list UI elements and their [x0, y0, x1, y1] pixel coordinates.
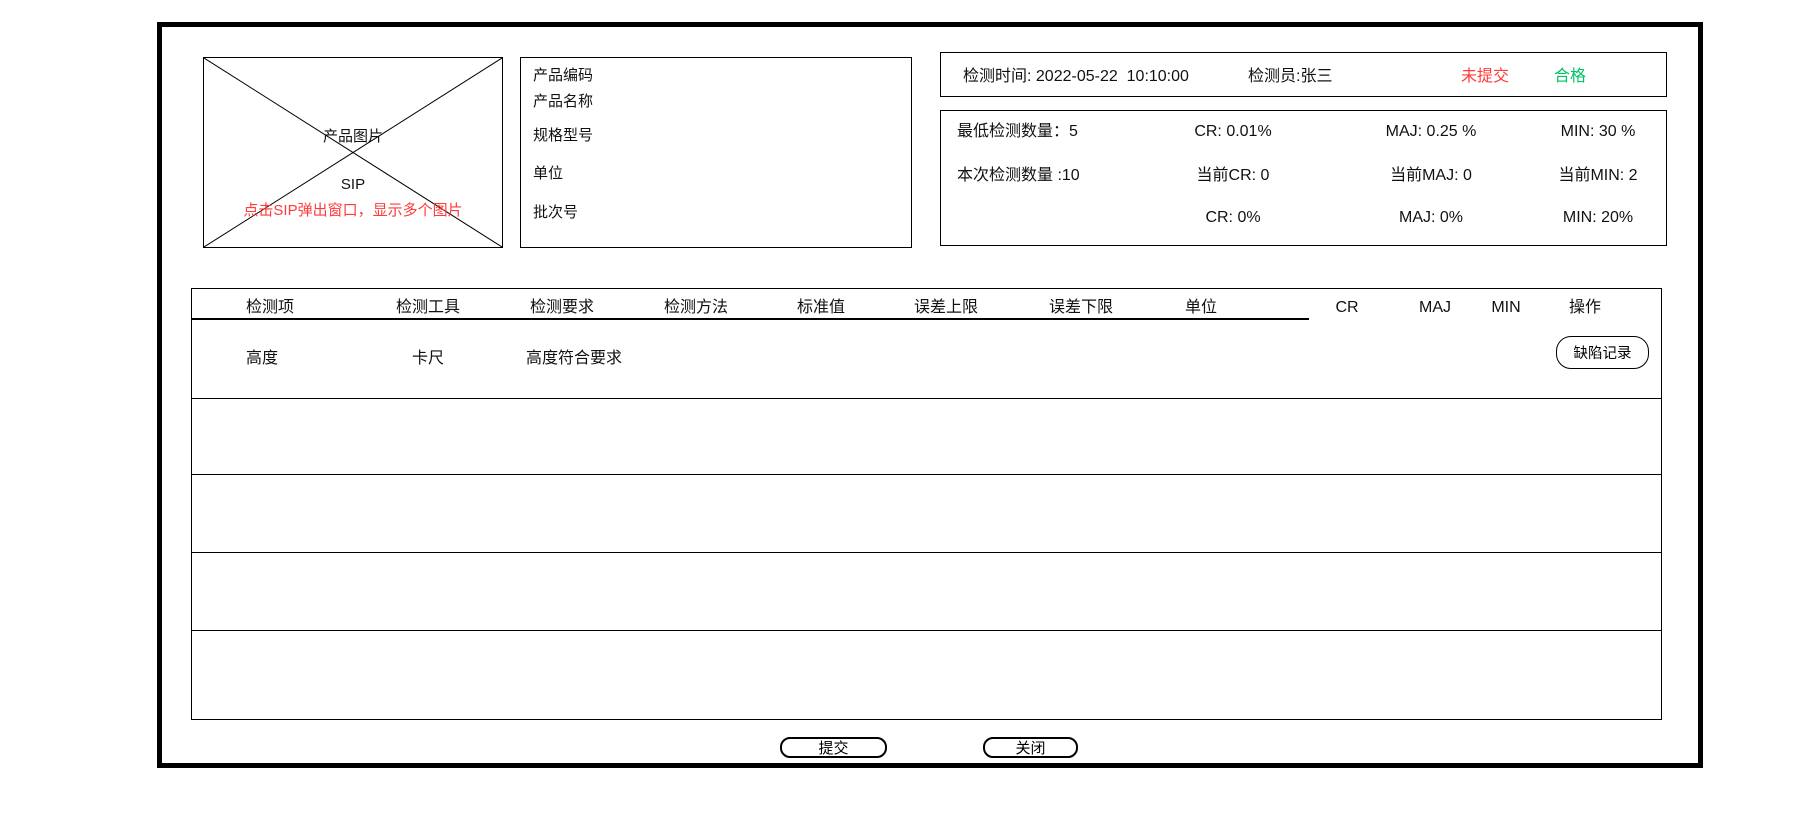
field-label-product-name: 产品名称	[533, 92, 593, 112]
inspection-table: 检测项 检测工具 检测要求 检测方法 标准值 误差上限 误差下限 单位 CR M…	[191, 288, 1662, 720]
field-label-spec-model: 规格型号	[533, 126, 593, 146]
row-separator	[192, 630, 1661, 631]
col-header-cr: CR	[1335, 298, 1358, 318]
col-header-standard: 标准值	[797, 298, 845, 318]
field-label-batch-no: 批次号	[533, 203, 578, 223]
cell-item: 高度	[246, 349, 278, 369]
stat-current-cr: 当前CR: 0	[1197, 166, 1270, 186]
cell-tool: 卡尺	[412, 349, 444, 369]
sip-link[interactable]: SIP	[204, 175, 502, 195]
sip-hint-text: 点击SIP弹出窗口，显示多个图片	[204, 201, 502, 221]
stat-current-min: 当前MIN: 2	[1558, 166, 1637, 186]
product-image-label: 产品图片	[204, 127, 502, 147]
col-header-maj: MAJ	[1419, 298, 1451, 318]
inspector: 检测员:张三	[1248, 67, 1332, 87]
col-header-item: 检测项	[246, 298, 294, 318]
col-header-requirement: 检测要求	[530, 298, 594, 318]
stat-current-qty: 本次检测数量 :10	[957, 166, 1080, 186]
col-header-method: 检测方法	[664, 298, 728, 318]
inspection-header-panel: 检测时间: 2022-05-22 10:10:00 检测员:张三 未提交 合格	[940, 52, 1667, 97]
defect-record-button[interactable]: 缺陷记录	[1556, 336, 1649, 369]
col-header-unit: 单位	[1185, 298, 1217, 318]
close-button[interactable]: 关闭	[983, 737, 1078, 758]
cell-requirement: 高度符合要求	[526, 349, 622, 369]
stat-min-limit: MIN: 30 %	[1561, 122, 1636, 142]
product-image-placeholder[interactable]: 产品图片 SIP 点击SIP弹出窗口，显示多个图片	[203, 57, 503, 248]
col-header-min: MIN	[1491, 298, 1520, 318]
stat-maj-limit: MAJ: 0.25 %	[1386, 122, 1477, 142]
submit-button[interactable]: 提交	[780, 737, 887, 758]
submit-status-badge: 未提交	[1461, 67, 1509, 87]
result-status-badge: 合格	[1554, 67, 1586, 87]
col-header-action: 操作	[1569, 298, 1601, 318]
field-label-product-code: 产品编码	[533, 66, 593, 86]
row-separator	[192, 552, 1661, 553]
row-separator	[192, 398, 1661, 399]
header-underline	[192, 318, 1309, 320]
inspector-label: 检测员:	[1248, 68, 1300, 85]
col-header-tool: 检测工具	[396, 298, 460, 318]
stat-min-rate: MIN: 20%	[1563, 208, 1633, 228]
inspection-time-label: 检测时间:	[963, 68, 1036, 85]
product-info-panel: 产品编码 产品名称 规格型号 单位 批次号	[520, 57, 912, 248]
stat-min-qty: 最低检测数量：5	[957, 122, 1078, 142]
row-separator	[192, 474, 1661, 475]
inspection-stats-panel: 最低检测数量：5 CR: 0.01% MAJ: 0.25 % MIN: 30 %…	[940, 110, 1667, 246]
inspector-value: 张三	[1300, 68, 1332, 85]
stat-cr-limit: CR: 0.01%	[1194, 122, 1271, 142]
inspection-time: 检测时间: 2022-05-22 10:10:00	[963, 67, 1189, 87]
stat-current-maj: 当前MAJ: 0	[1390, 166, 1472, 186]
col-header-lower-tol: 误差下限	[1049, 298, 1113, 318]
col-header-upper-tol: 误差上限	[914, 298, 978, 318]
stat-cr-rate: CR: 0%	[1205, 208, 1260, 228]
stat-maj-rate: MAJ: 0%	[1399, 208, 1463, 228]
inspection-time-value: 2022-05-22 10:10:00	[1036, 68, 1189, 85]
field-label-unit: 单位	[533, 164, 563, 184]
inspection-dialog: 产品图片 SIP 点击SIP弹出窗口，显示多个图片 产品编码 产品名称 规格型号…	[0, 0, 1819, 833]
